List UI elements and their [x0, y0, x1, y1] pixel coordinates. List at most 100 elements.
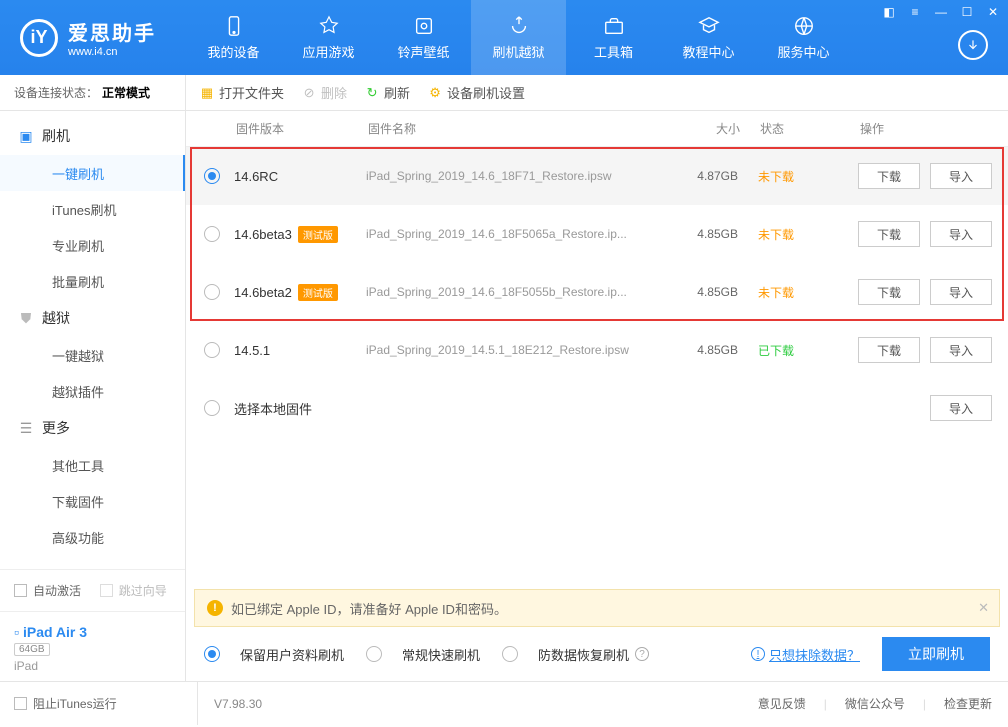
folder-icon: ▦	[200, 86, 214, 100]
opt-anti-recovery[interactable]: 防数据恢复刷机?	[502, 645, 649, 664]
download-button[interactable]: 下载	[858, 279, 920, 305]
sidebar-item-oneclick-flash[interactable]: 一键刷机	[0, 155, 185, 191]
size-label: 4.85GB	[666, 285, 738, 299]
brand-subtitle: www.i4.cn	[68, 46, 156, 58]
size-label: 4.85GB	[666, 227, 738, 241]
nav-tutorials[interactable]: 教程中心	[661, 0, 756, 75]
size-label: 4.87GB	[666, 169, 738, 183]
options-bar: 保留用户资料刷机 常规快速刷机 防数据恢复刷机? !只想抹除数据？ 立即刷机	[186, 627, 1008, 681]
brand-title: 爱思助手	[68, 17, 156, 46]
device-box: 自动激活 跳过向导	[0, 569, 185, 611]
import-button[interactable]: 导入	[930, 279, 992, 305]
help-icon[interactable]: ?	[635, 647, 649, 661]
nav-flash-jailbreak[interactable]: 刷机越狱	[471, 0, 566, 75]
nav-toolbox[interactable]: 工具箱	[566, 0, 661, 75]
delete-icon: ⊘	[302, 86, 316, 100]
sidebar-item-batch-flash[interactable]: 批量刷机	[0, 263, 185, 299]
nav-my-device[interactable]: 我的设备	[186, 0, 281, 75]
open-folder-button[interactable]: ▦打开文件夹	[200, 83, 284, 102]
firmware-row[interactable]: 14.5.1 iPad_Spring_2019_14.5.1_18E212_Res…	[186, 321, 1008, 379]
table-body: 14.6RCiPad_Spring_2019_14.6_18F71_Restor…	[186, 147, 1008, 589]
radio-row[interactable]	[204, 284, 220, 300]
skin-icon[interactable]: ◧	[880, 4, 898, 20]
device-name[interactable]: ▫iPad Air 3	[14, 624, 171, 640]
gear-icon: ⚙	[428, 86, 442, 100]
status-label: 未下载	[738, 226, 818, 243]
firmware-name: iPad_Spring_2019_14.6_18F5055b_Restore.i…	[366, 285, 666, 299]
warning-icon: !	[207, 600, 223, 616]
version-label: 14.6RC	[234, 169, 278, 184]
sidebar-item-itunes-flash[interactable]: iTunes刷机	[0, 191, 185, 227]
import-button[interactable]: 导入	[930, 163, 992, 189]
close-warning-icon[interactable]: ✕	[978, 600, 989, 616]
size-label: 4.85GB	[666, 343, 738, 357]
titlebar: iY 爱思助手 www.i4.cn 我的设备 应用游戏 铃声壁纸 刷机越狱 工具…	[0, 0, 1008, 75]
device-model: iPad	[14, 659, 171, 673]
nav-ringtones[interactable]: 铃声壁纸	[376, 0, 471, 75]
version-label: 14.6beta2	[234, 285, 292, 300]
import-button[interactable]: 导入	[930, 337, 992, 363]
col-version: 固件版本	[236, 120, 368, 137]
logo-icon: iY	[20, 19, 58, 57]
flash-now-button[interactable]: 立即刷机	[882, 637, 990, 671]
firmware-row[interactable]: 14.6beta3测试版iPad_Spring_2019_14.6_18F506…	[186, 205, 1008, 263]
radio-keep-data[interactable]	[204, 646, 220, 662]
more-icon: ☰	[18, 420, 34, 436]
flash-icon: ▣	[18, 128, 34, 144]
import-button[interactable]: 导入	[930, 395, 992, 421]
sidebar-item-download-fw[interactable]: 下载固件	[0, 483, 185, 519]
sidebar-item-other-tools[interactable]: 其他工具	[0, 447, 185, 483]
download-button[interactable]: 下载	[858, 163, 920, 189]
status-label: 未下载	[738, 284, 818, 301]
sidebar-item-pro-flash[interactable]: 专业刷机	[0, 227, 185, 263]
device-info: ▫iPad Air 3 64GB iPad	[0, 611, 185, 681]
firmware-row[interactable]: 14.6RCiPad_Spring_2019_14.6_18F71_Restor…	[186, 147, 1008, 205]
sidebar-item-jailbreak-plugins[interactable]: 越狱插件	[0, 373, 185, 409]
nav-service[interactable]: 服务中心	[756, 0, 851, 75]
opt-fast-flash[interactable]: 常规快速刷机	[366, 645, 480, 664]
firmware-row[interactable]: 14.6beta2测试版iPad_Spring_2019_14.6_18F505…	[186, 263, 1008, 321]
refresh-button[interactable]: ↻刷新	[365, 83, 410, 102]
nav-apps[interactable]: 应用游戏	[281, 0, 376, 75]
firmware-name: iPad_Spring_2019_14.6_18F5065a_Restore.i…	[366, 227, 666, 241]
delete-button: ⊘删除	[302, 83, 347, 102]
erase-only-link[interactable]: !只想抹除数据？	[751, 645, 860, 664]
flash-settings-button[interactable]: ⚙设备刷机设置	[428, 83, 525, 102]
sidebar-group-flash[interactable]: ▣刷机	[0, 117, 185, 155]
sidebar-group-jailbreak[interactable]: ⛊越狱	[0, 299, 185, 337]
skip-guide-checkbox[interactable]	[100, 584, 113, 597]
version-label: 14.5.1	[234, 343, 270, 358]
window-controls: ◧ ≡ — ☐ ✕	[880, 4, 1002, 20]
firmware-name: iPad_Spring_2019_14.5.1_18E212_Restore.i…	[366, 343, 666, 357]
opt-keep-data[interactable]: 保留用户资料刷机	[204, 645, 344, 664]
auto-activate-checkbox[interactable]	[14, 584, 27, 597]
radio-row[interactable]	[204, 226, 220, 242]
radio-local[interactable]	[204, 400, 220, 416]
radio-anti[interactable]	[502, 646, 518, 662]
block-itunes-checkbox[interactable]	[14, 697, 27, 710]
download-button[interactable]: 下载	[858, 221, 920, 247]
toolbar: ▦打开文件夹 ⊘删除 ↻刷新 ⚙设备刷机设置	[186, 75, 1008, 111]
main-panel: ▦打开文件夹 ⊘删除 ↻刷新 ⚙设备刷机设置 固件版本 固件名称 大小 状态 操…	[186, 75, 1008, 681]
radio-row[interactable]	[204, 342, 220, 358]
col-op: 操作	[820, 120, 1008, 137]
col-status: 状态	[740, 120, 820, 137]
check-update-link[interactable]: 检查更新	[944, 695, 992, 712]
maximize-icon[interactable]: ☐	[958, 4, 976, 20]
app-version: V7.98.30	[198, 697, 262, 711]
shield-icon: ⛊	[18, 310, 34, 326]
radio-row[interactable]	[204, 168, 220, 184]
menu-icon[interactable]: ≡	[906, 4, 924, 20]
download-manager-button[interactable]	[958, 30, 988, 60]
radio-fast[interactable]	[366, 646, 382, 662]
local-firmware-row[interactable]: 选择本地固件 导入	[186, 379, 1008, 437]
wechat-link[interactable]: 微信公众号	[845, 695, 905, 712]
import-button[interactable]: 导入	[930, 221, 992, 247]
close-icon[interactable]: ✕	[984, 4, 1002, 20]
sidebar-group-more[interactable]: ☰更多	[0, 409, 185, 447]
sidebar-item-oneclick-jailbreak[interactable]: 一键越狱	[0, 337, 185, 373]
sidebar-item-advanced[interactable]: 高级功能	[0, 519, 185, 555]
feedback-link[interactable]: 意见反馈	[758, 695, 806, 712]
minimize-icon[interactable]: —	[932, 4, 950, 20]
download-button[interactable]: 下载	[858, 337, 920, 363]
